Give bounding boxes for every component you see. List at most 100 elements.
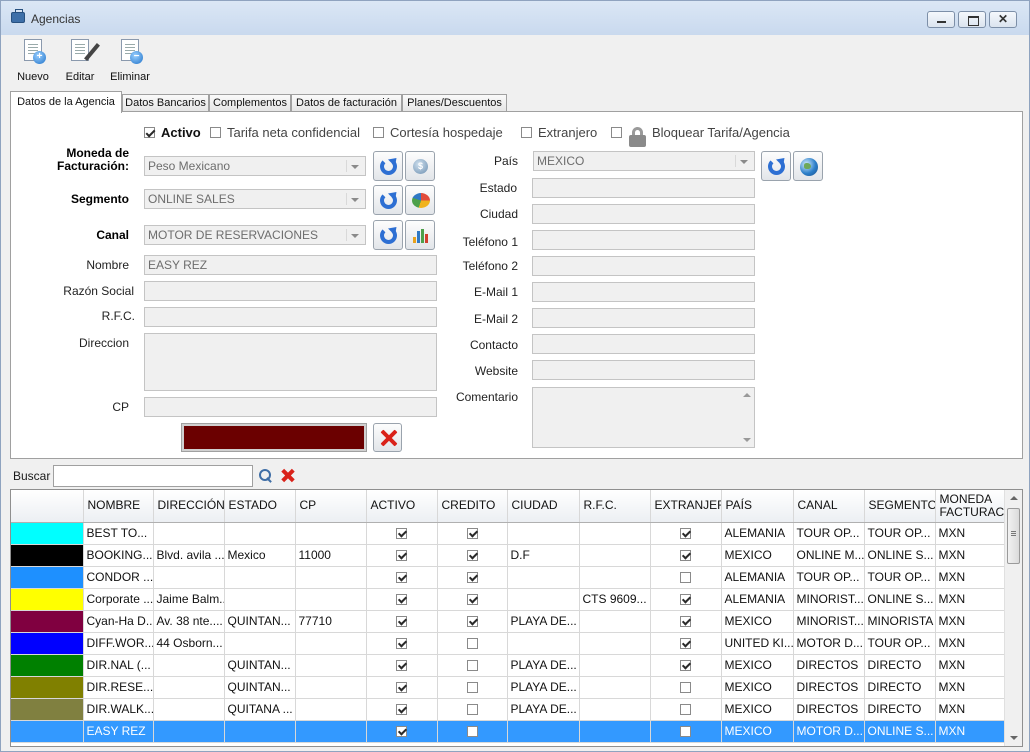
cell-credito-checkbox[interactable] [437, 698, 508, 721]
cell-activo-checkbox[interactable] [366, 544, 438, 567]
extranjero-checkbox[interactable] [680, 638, 691, 650]
cell-activo-checkbox[interactable] [366, 676, 438, 699]
agencies-grid[interactable]: NOMBRE DIRECCIÓN ESTADO CP ACTIVO CREDIT… [10, 489, 1023, 747]
column-header-color[interactable] [11, 490, 84, 523]
cell-segmento[interactable]: MINORISTA [864, 610, 936, 633]
cell-nombre[interactable]: BEST TO... [83, 522, 154, 545]
credito-checkbox[interactable] [466, 726, 478, 738]
scroll-down-icon[interactable] [743, 438, 751, 442]
cell-nombre[interactable]: CONDOR ... [83, 566, 154, 589]
cell-activo-checkbox[interactable] [366, 610, 438, 633]
cell-nombre[interactable]: Cyan-Ha D... [83, 610, 154, 633]
cell-cp[interactable] [295, 566, 367, 589]
cell-canal[interactable]: ONLINE M... [793, 544, 865, 567]
cell-credito-checkbox[interactable] [437, 566, 508, 589]
cell-credito-checkbox[interactable] [437, 676, 508, 699]
table-row[interactable]: EASY REZ MEXICO MOTOR D... ONLINE S... MXN [11, 720, 1005, 743]
table-row[interactable]: Cyan-Ha D... Av. 38 nte.... QUINTAN... 7771… [11, 610, 1005, 633]
row-color-cell[interactable] [11, 698, 84, 721]
extranjero-checkbox[interactable] [680, 704, 691, 716]
cell-nombre[interactable]: BOOKING.... [83, 544, 154, 567]
cell-ciudad[interactable]: D.F [507, 544, 580, 567]
cell-rfc[interactable]: CTS 9609... [579, 588, 651, 611]
bloquear-checkbox[interactable] [611, 127, 622, 138]
segment-chart-button[interactable] [405, 185, 435, 215]
cell-ciudad[interactable]: PLAYA DE... [507, 654, 580, 677]
cell-canal[interactable]: TOUR OP... [793, 566, 865, 589]
cell-activo-checkbox[interactable] [366, 698, 438, 721]
cell-moneda[interactable]: MXN [935, 566, 1005, 589]
cell-rfc[interactable] [579, 544, 651, 567]
direccion-field[interactable] [144, 333, 437, 391]
refresh-moneda-button[interactable] [373, 151, 403, 181]
minimize-button[interactable] [927, 11, 955, 28]
activo-checkbox[interactable] [396, 726, 407, 738]
cell-extranjero-checkbox[interactable] [650, 544, 722, 567]
cell-direccion[interactable]: Av. 38 nte.... [153, 610, 225, 633]
cell-extranjero-checkbox[interactable] [650, 588, 722, 611]
razon-social-field[interactable] [144, 281, 437, 301]
cell-direccion[interactable] [153, 566, 225, 589]
cell-direccion[interactable] [153, 654, 225, 677]
cell-activo-checkbox[interactable] [366, 566, 438, 589]
edit-button[interactable]: Editar [61, 39, 100, 85]
cell-activo-checkbox[interactable] [366, 632, 438, 655]
column-header-credito[interactable]: CREDITO [437, 490, 508, 523]
activo-checkbox[interactable] [396, 528, 407, 540]
cell-cp[interactable] [295, 522, 367, 545]
cell-direccion[interactable] [153, 676, 225, 699]
cell-moneda[interactable]: MXN [935, 632, 1005, 655]
cell-pais[interactable]: UNITED KI... [721, 632, 794, 655]
cell-cp[interactable]: 77710 [295, 610, 367, 633]
row-color-cell[interactable] [11, 544, 84, 567]
cell-segmento[interactable]: ONLINE S... [864, 588, 936, 611]
cell-rfc[interactable] [579, 676, 651, 699]
activo-checkbox[interactable] [396, 572, 407, 584]
cell-extranjero-checkbox[interactable] [650, 610, 722, 633]
cell-cp[interactable] [295, 698, 367, 721]
cell-canal[interactable]: TOUR OP... [793, 522, 865, 545]
cell-canal[interactable]: DIRECTOS [793, 698, 865, 721]
cell-credito-checkbox[interactable] [437, 544, 508, 567]
currency-button[interactable]: $ [405, 151, 435, 181]
tab-datos-bancarios[interactable]: Datos Bancarios [122, 94, 209, 112]
cell-cp[interactable]: 11000 [295, 544, 367, 567]
cell-pais[interactable]: MEXICO [721, 720, 794, 743]
extranjero-checkbox[interactable] [680, 572, 691, 584]
extranjero-checkbox[interactable] [680, 726, 691, 738]
cell-rfc[interactable] [579, 610, 651, 633]
table-row[interactable]: Corporate ... Jaime Balm... CTS 9609... ALE… [11, 588, 1005, 611]
ciudad-field[interactable] [532, 204, 755, 224]
cell-pais[interactable]: MEXICO [721, 698, 794, 721]
cortesia-checkbox[interactable] [373, 127, 384, 138]
row-color-cell[interactable] [11, 588, 84, 611]
cell-ciudad[interactable]: PLAYA DE... [507, 698, 580, 721]
email1-field[interactable] [532, 282, 755, 302]
extranjero-checkbox[interactable] [680, 682, 691, 694]
extranjero-checkbox[interactable] [680, 550, 691, 562]
website-field[interactable] [532, 360, 755, 380]
cell-estado[interactable] [224, 720, 296, 743]
row-color-cell[interactable] [11, 610, 84, 633]
cell-rfc[interactable] [579, 654, 651, 677]
cell-canal[interactable]: DIRECTOS [793, 676, 865, 699]
table-row[interactable]: DIR.WALK... QUITANA ... PLAYA DE... MEXICO D… [11, 698, 1005, 721]
cell-pais[interactable]: MEXICO [721, 544, 794, 567]
table-row[interactable]: BEST TO... ALEMANIA TOUR OP... TOUR OP... MX… [11, 522, 1005, 545]
cell-segmento[interactable]: ONLINE S... [864, 720, 936, 743]
cell-segmento[interactable]: ONLINE S... [864, 544, 936, 567]
cell-ciudad[interactable] [507, 632, 580, 655]
clear-color-button[interactable] [373, 423, 402, 452]
scroll-up-icon[interactable] [743, 393, 751, 397]
cell-nombre[interactable]: DIR.WALK... [83, 698, 154, 721]
cell-extranjero-checkbox[interactable] [650, 698, 722, 721]
estado-field[interactable] [532, 178, 755, 198]
column-header-pais[interactable]: PAÍS [721, 490, 794, 523]
column-header-rfc[interactable]: R.F.C. [579, 490, 651, 523]
activo-checkbox[interactable] [396, 550, 407, 562]
column-header-extranjero[interactable]: EXTRANJERO [650, 490, 722, 523]
scroll-down-arrow-icon[interactable] [1010, 736, 1018, 740]
cell-rfc[interactable] [579, 522, 651, 545]
cell-cp[interactable] [295, 632, 367, 655]
channel-button[interactable] [405, 220, 435, 250]
